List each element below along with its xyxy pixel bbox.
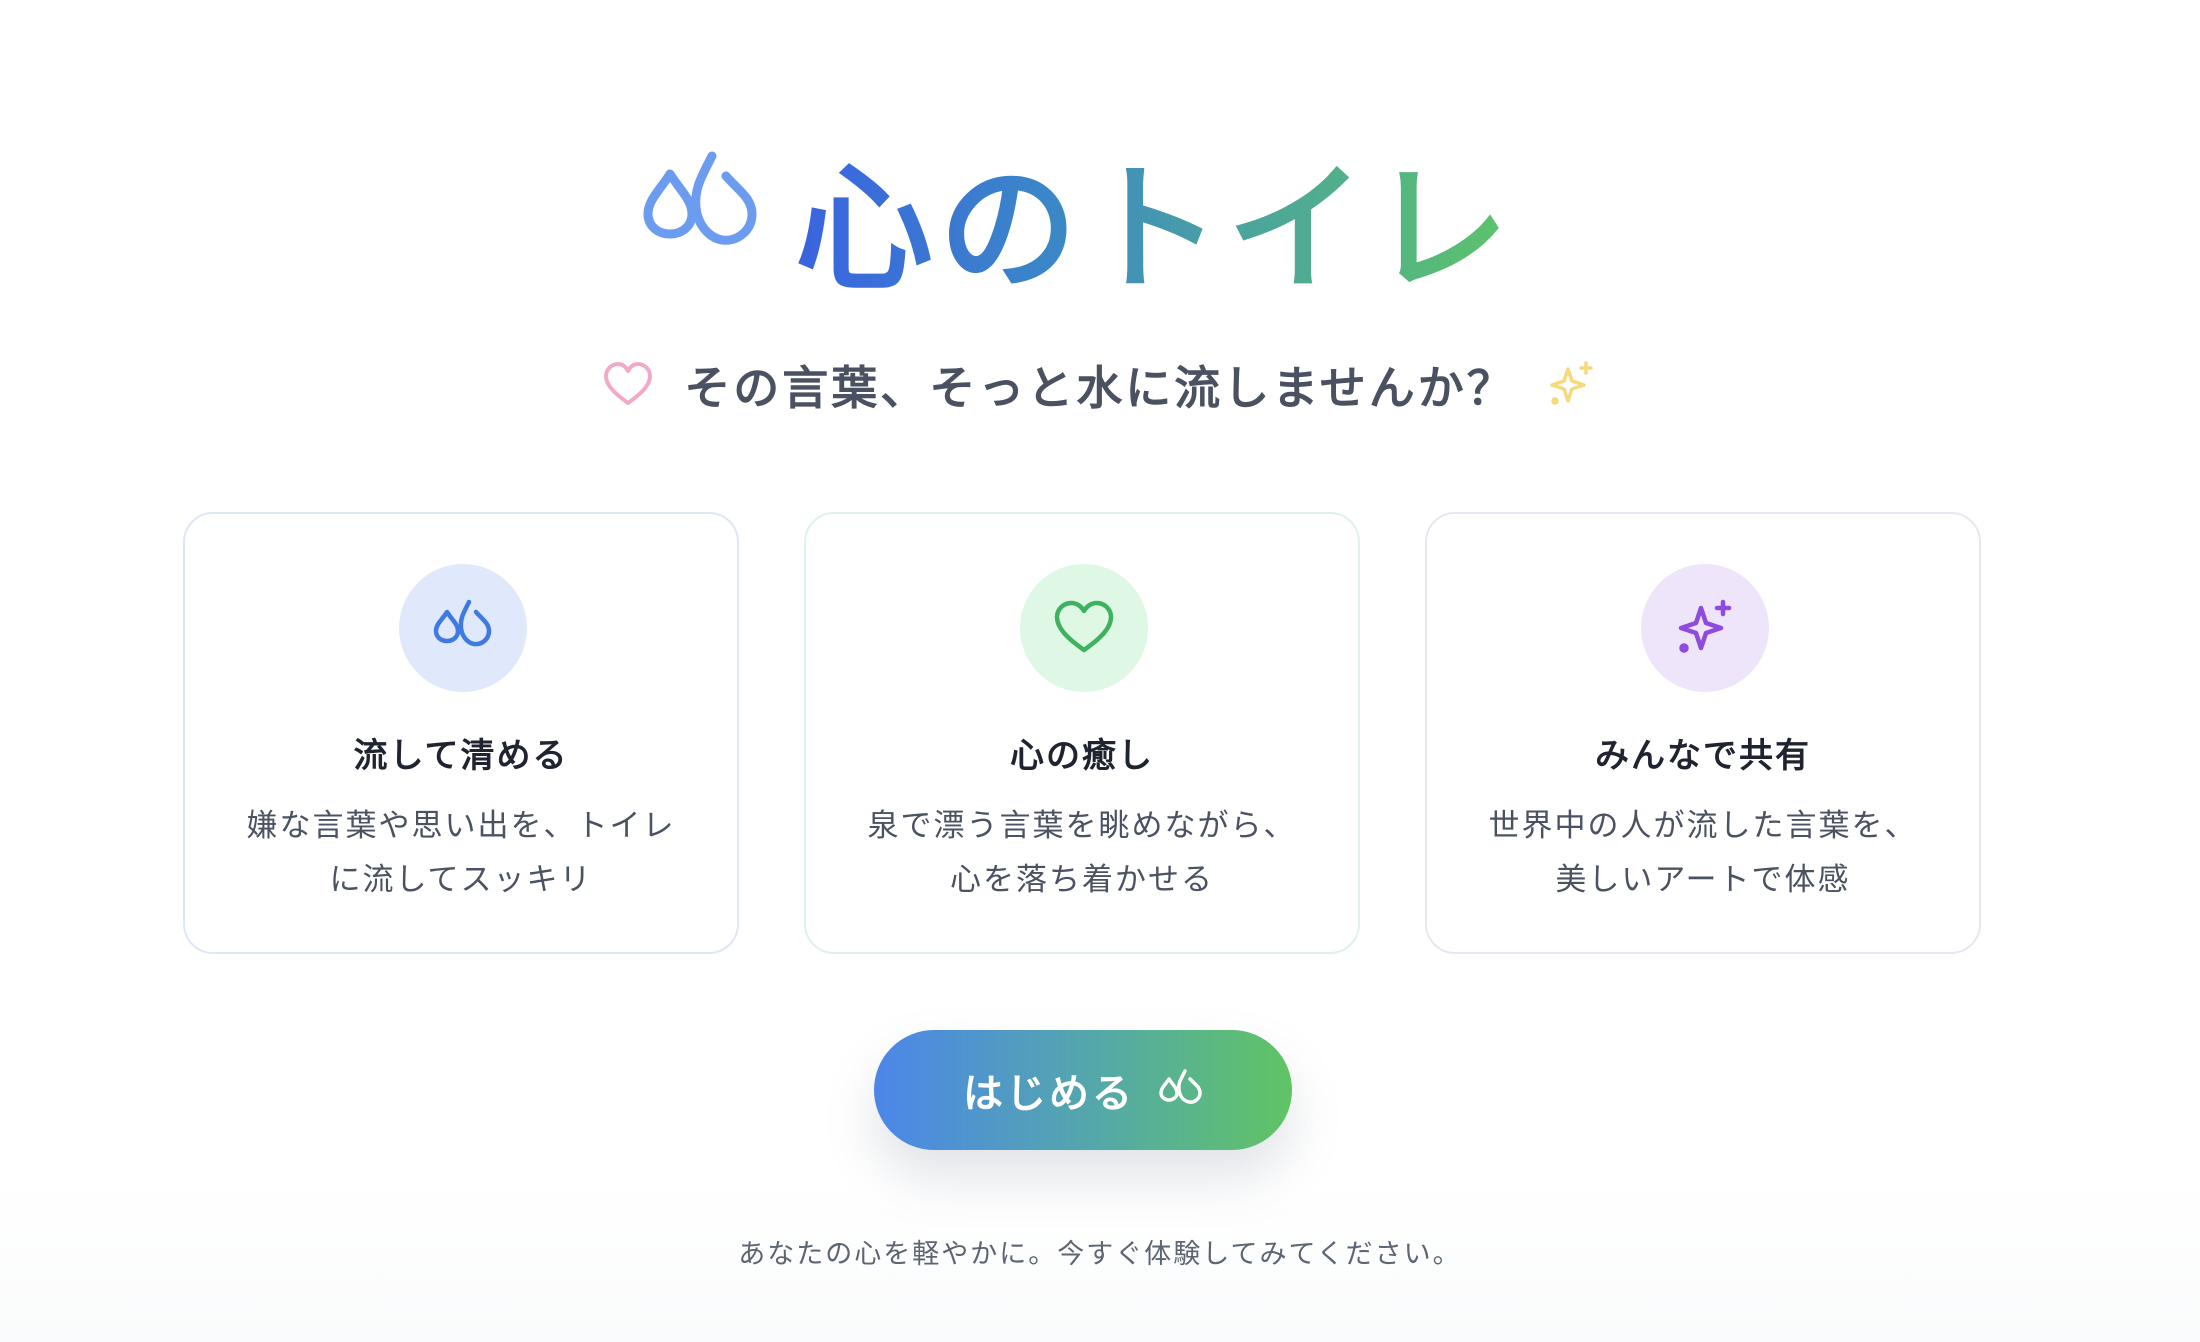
feature-description: 嫌な言葉や思い出を、トイレ に流してスッキリ: [246, 808, 676, 898]
sparkles-icon: [1550, 361, 1593, 405]
feature-icon-badge: [1020, 564, 1148, 692]
droplets-icon: [1159, 1069, 1202, 1104]
feature-title: 流して清める: [353, 736, 569, 776]
footer-text: あなたの心を軽やかに。今すぐ体験してみてください。: [738, 1239, 1462, 1270]
start-button[interactable]: はじめる: [874, 1030, 1292, 1150]
tagline: その言葉、そっと水に流しませんか？: [0, 350, 2200, 420]
page-title: 心のトイレ: [795, 140, 1515, 320]
sparkles-icon: [1678, 599, 1732, 653]
heart-icon: [1054, 600, 1114, 653]
feature-icon-badge: [399, 564, 527, 692]
feature-card-healing: 心の癒し 泉で漂う言葉を眺めながら、 心を落ち着かせる: [804, 512, 1360, 954]
droplets-icon: [643, 151, 757, 245]
feature-card-share: みんなで共有 世界中の人が流した言葉を、 美しいアートで体感: [1425, 512, 1981, 954]
cta-container: はじめる: [874, 1030, 1292, 1150]
droplets-icon: [433, 599, 492, 647]
tagline-text: その言葉、そっと水に流しませんか？: [684, 361, 1516, 415]
feature-description: 世界中の人が流した言葉を、 美しいアートで体感: [1488, 808, 1918, 898]
feature-icon-badge: [1641, 564, 1769, 692]
hero: 心のトイレ: [0, 140, 2200, 320]
feature-cards: 流して清める 嫌な言葉や思い出を、トイレ に流してスッキリ 心の癒し 泉で漂う言…: [0, 512, 2200, 958]
feature-title: みんなで共有: [1595, 736, 1811, 776]
start-button-label: はじめる: [963, 1071, 1135, 1117]
heart-icon: [604, 362, 653, 405]
feature-description: 泉で漂う言葉を眺めながら、 心を落ち着かせる: [867, 808, 1297, 898]
feature-title: 心の癒し: [1010, 736, 1154, 776]
feature-card-flush: 流して清める 嫌な言葉や思い出を、トイレ に流してスッキリ: [183, 512, 739, 954]
